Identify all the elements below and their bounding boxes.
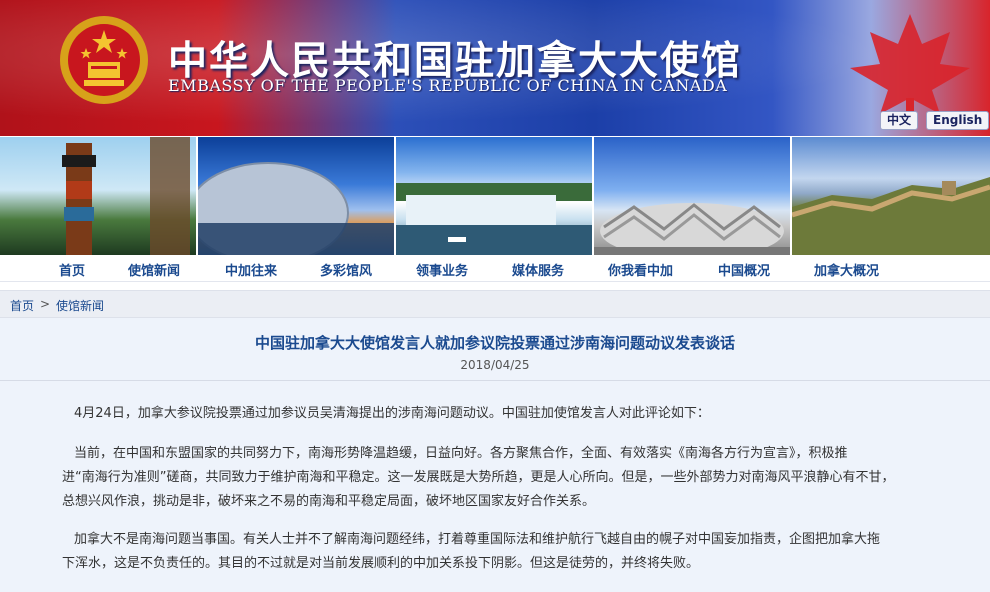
site-banner: 中华人民共和国驻加拿大大使馆 EMBASSY OF THE PEOPLE'S R… bbox=[0, 0, 990, 136]
nav-item-media[interactable]: 媒体服务 bbox=[512, 260, 564, 279]
lang-english-button[interactable]: English bbox=[926, 111, 990, 130]
birds-nest-stadium-image bbox=[594, 137, 790, 255]
article-date: 2018/04/25 bbox=[460, 358, 530, 372]
paragraph-2-line-1: 当前，在中国和东盟国家的共同努力下，南海形势降温趋缓，日益向好。各方聚焦合作，全… bbox=[74, 446, 848, 461]
totem-pole-image bbox=[0, 137, 196, 255]
nav-item-views[interactable]: 你我看中加 bbox=[608, 260, 673, 279]
niagara-falls-image bbox=[396, 137, 592, 255]
breadcrumb-separator: > bbox=[40, 297, 51, 311]
maple-leaf-icon bbox=[850, 14, 970, 124]
paragraph-2-line-2: 进“南海行为准则”磋商，共同致力于维护南海和平稳定。这一发展既是大势所趋，更是人… bbox=[62, 470, 895, 485]
waterfall-icon bbox=[396, 183, 592, 255]
nav-item-china-overview[interactable]: 中国概况 bbox=[718, 260, 770, 279]
divider bbox=[0, 380, 990, 381]
nav-item-home[interactable]: 首页 bbox=[59, 260, 85, 279]
totem-pole-icon bbox=[62, 137, 190, 255]
breadcrumb-current-link[interactable]: 使馆新闻 bbox=[56, 297, 104, 314]
breadcrumb-home-link[interactable]: 首页 bbox=[10, 297, 34, 314]
nav-item-embassy-style[interactable]: 多彩馆风 bbox=[320, 260, 372, 279]
breadcrumb: 首页 > 使馆新闻 bbox=[0, 290, 990, 318]
paragraph-1: 4月24日，加拿大参议院投票通过加参议员吴清海提出的涉南海问题动议。中国驻加使馆… bbox=[74, 406, 710, 421]
opera-dome-icon bbox=[198, 162, 394, 255]
site-title-en: EMBASSY OF THE PEOPLE'S REPUBLIC OF CHIN… bbox=[168, 76, 728, 95]
article-headline: 中国驻加拿大大使馆发言人就加参议院投票通过涉南海问题动议发表谈话 bbox=[254, 334, 735, 352]
nav-item-china-canada-relations[interactable]: 中加往来 bbox=[225, 260, 277, 279]
paragraph-2-line-3: 总想兴风作浪，挑动是非，破坏来之不易的南海和平稳定局面，破坏地区国家友好合作关系… bbox=[62, 494, 596, 509]
nav-item-embassy-news[interactable]: 使馆新闻 bbox=[128, 260, 180, 279]
paragraph-3-line-1: 加拿大不是南海问题当事国。有关人士并不了解南海问题经纬，打着尊重国际法和维护航行… bbox=[74, 532, 881, 547]
national-emblem-icon bbox=[60, 16, 148, 104]
photo-strip bbox=[0, 137, 990, 255]
main-nav: 首页 使馆新闻 中加往来 多彩馆风 领事业务 媒体服务 你我看中加 中国概况 加… bbox=[0, 255, 990, 282]
article: 中国驻加拿大大使馆发言人就加参议院投票通过涉南海问题动议发表谈话 2018/04… bbox=[0, 318, 990, 592]
stadium-icon bbox=[594, 203, 790, 255]
great-wall-icon bbox=[792, 177, 990, 255]
great-wall-image bbox=[792, 137, 990, 255]
national-centre-image bbox=[198, 137, 394, 255]
lang-chinese-button[interactable]: 中文 bbox=[880, 111, 919, 130]
paragraph-3-line-2: 下浑水，这是不负责任的。其目的不过就是对当前发展顺利的中加关系投下阴影。但这是徒… bbox=[62, 556, 700, 571]
nav-item-canada-overview[interactable]: 加拿大概况 bbox=[814, 260, 879, 279]
nav-item-consular[interactable]: 领事业务 bbox=[416, 260, 468, 279]
